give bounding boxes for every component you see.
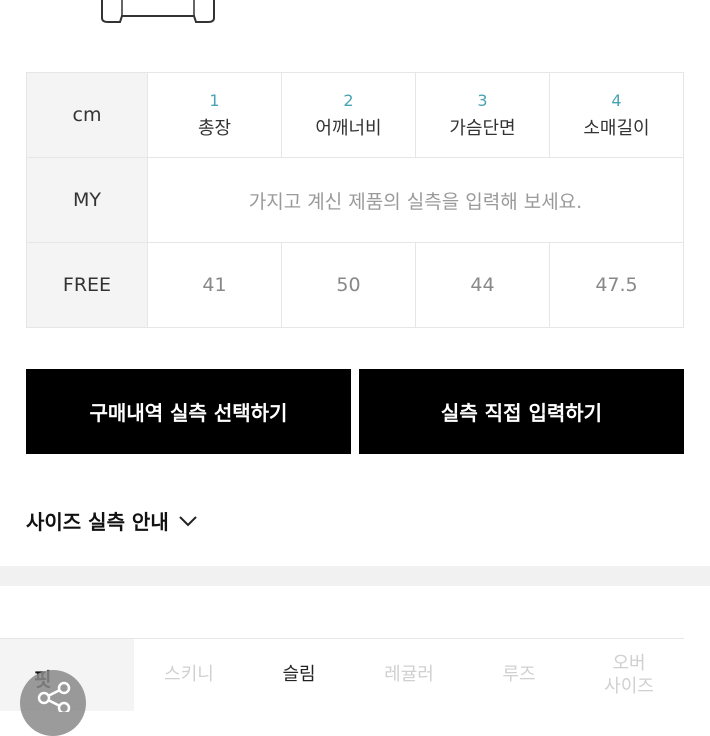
size-value: 44 bbox=[415, 242, 550, 328]
column-name: 어깨너비 bbox=[315, 117, 382, 139]
column-name: 총장 bbox=[197, 117, 232, 139]
column-number: 4 bbox=[611, 90, 622, 110]
column-header: 2 어깨너비 bbox=[281, 72, 416, 158]
fit-selector: 핏 스키니 슬림 레귤러 루즈 오버 사이즈 bbox=[0, 638, 710, 711]
fit-option-regular[interactable]: 레귤러 bbox=[354, 639, 464, 711]
select-purchase-history-button[interactable]: 구매내역 실측 선택하기 bbox=[26, 369, 351, 454]
chevron-down-icon bbox=[179, 515, 197, 526]
share-icon bbox=[37, 681, 71, 712]
column-name: 가슴단면 bbox=[449, 117, 516, 139]
my-size-prompt[interactable]: 가지고 계신 제품의 실측을 입력해 보세요. bbox=[147, 157, 684, 243]
fit-option-oversize[interactable]: 오버 사이즈 bbox=[574, 639, 684, 711]
free-size-row: FREE 41 50 44 47.5 bbox=[26, 242, 684, 328]
column-header: 1 총장 bbox=[147, 72, 282, 158]
size-value: 47.5 bbox=[549, 242, 684, 328]
fit-option-skinny[interactable]: 스키니 bbox=[134, 639, 244, 711]
size-guide-label: 사이즈 실측 안내 bbox=[26, 510, 169, 534]
fit-option-slim[interactable]: 슬림 bbox=[244, 639, 354, 711]
column-number: 1 bbox=[209, 90, 220, 110]
share-button[interactable] bbox=[20, 670, 86, 736]
column-number: 2 bbox=[343, 90, 354, 110]
free-row-label: FREE bbox=[26, 242, 148, 328]
direct-input-button[interactable]: 실측 직접 입력하기 bbox=[359, 369, 684, 454]
size-header-row: cm 1 총장 2 어깨너비 3 가슴단면 4 소매길이 bbox=[26, 72, 684, 158]
column-number: 3 bbox=[477, 90, 488, 110]
fit-options: 스키니 슬림 레귤러 루즈 오버 사이즈 bbox=[134, 638, 684, 711]
my-row-label: MY bbox=[26, 157, 148, 243]
size-value: 50 bbox=[281, 242, 416, 328]
shirt-illustration bbox=[101, 0, 215, 23]
size-table: cm 1 총장 2 어깨너비 3 가슴단면 4 소매길이 MY 가지고 계신 제… bbox=[26, 72, 684, 328]
column-header: 3 가슴단면 bbox=[415, 72, 550, 158]
section-divider bbox=[0, 566, 710, 586]
column-header: 4 소매길이 bbox=[549, 72, 684, 158]
column-name: 소매길이 bbox=[583, 117, 650, 139]
fit-option-loose[interactable]: 루즈 bbox=[464, 639, 574, 711]
size-value: 41 bbox=[147, 242, 282, 328]
unit-label: cm bbox=[26, 72, 148, 158]
my-size-row[interactable]: MY 가지고 계신 제품의 실측을 입력해 보세요. bbox=[26, 157, 684, 243]
size-guide-toggle[interactable]: 사이즈 실측 안내 bbox=[26, 506, 197, 535]
